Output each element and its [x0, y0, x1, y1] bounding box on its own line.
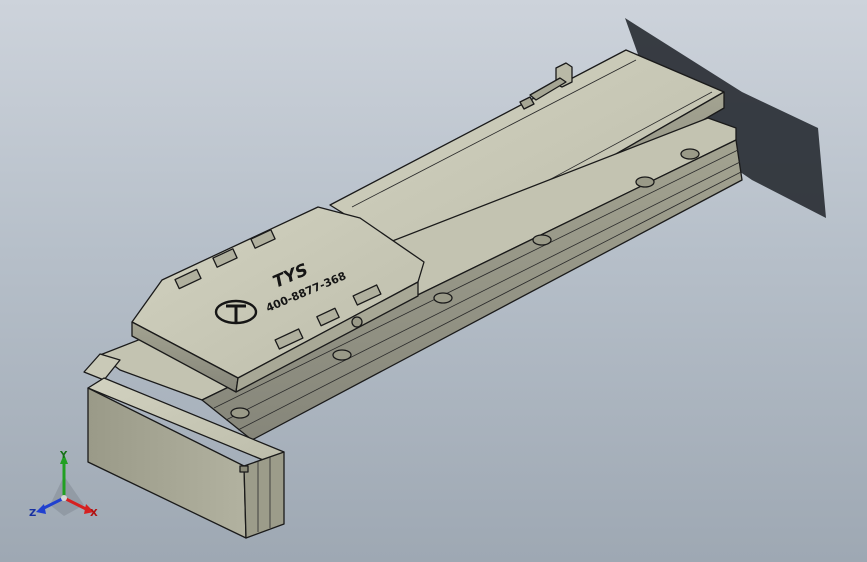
triad-x-label: X	[90, 508, 98, 519]
triad-z-label: Z	[29, 508, 36, 519]
end-cap-top	[83, 353, 121, 381]
graphics-viewport[interactable]: TYS 400-8877-368 Y X Z	[0, 0, 867, 562]
motor-cover-end	[243, 451, 285, 539]
grease-nipple	[351, 316, 363, 328]
triad-y-label: Y	[59, 450, 68, 461]
linear-actuator-model[interactable]: TYS 400-8877-368 Y X Z	[0, 0, 867, 562]
